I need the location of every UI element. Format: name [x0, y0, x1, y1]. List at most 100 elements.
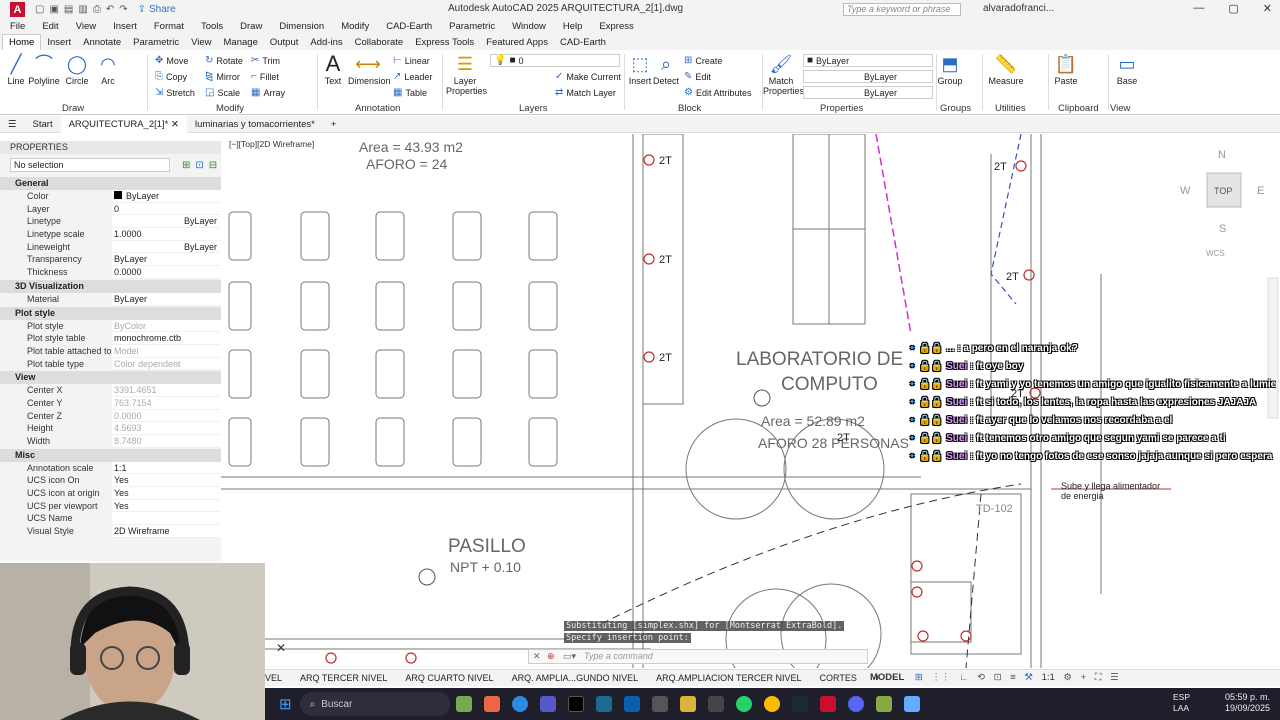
property-row[interactable]: Height 4.5693	[0, 422, 221, 435]
tab-annotate[interactable]: Annotate	[77, 35, 127, 50]
maximize-icon[interactable]: ▢	[1228, 2, 1238, 15]
menu-cad-earth[interactable]: CAD-Earth	[386, 21, 432, 32]
viewport-controls[interactable]: [−][Top][2D Wireframe]	[229, 139, 314, 149]
menu-parametric[interactable]: Parametric	[449, 21, 495, 32]
tab-parametric[interactable]: Parametric	[127, 35, 185, 50]
share-button[interactable]: ⇪ Share	[138, 4, 176, 15]
property-row[interactable]: Plot style ByColor	[0, 319, 221, 333]
taskbar-app-icon[interactable]	[707, 696, 724, 712]
linetype-dropdown[interactable]: ByLayer	[803, 70, 933, 83]
utilities-group-label[interactable]: Utilities	[995, 103, 1026, 114]
section-plot-style[interactable]: Plot style	[0, 306, 221, 320]
property-row[interactable]: UCS icon On Yes	[0, 474, 221, 488]
property-row[interactable]: Linetype scale 1.0000	[0, 228, 221, 241]
text-button[interactable]: A Text	[322, 53, 344, 87]
customize-icon[interactable]: ⊕	[547, 650, 555, 663]
menu-edit[interactable]: Edit	[42, 21, 58, 32]
menu-window[interactable]: Window	[512, 21, 546, 32]
dimension-button[interactable]: ⟷ Dimension	[348, 54, 391, 86]
rotate-button[interactable]: ↻ Rotate	[205, 55, 243, 66]
match-layer-button[interactable]: ⇄ Match Layer	[555, 87, 616, 98]
close-icon[interactable]: ✕	[1263, 2, 1272, 15]
insert-button[interactable]: ⬚ Insert	[628, 54, 652, 86]
property-row[interactable]: Material ByLayer	[0, 292, 221, 306]
property-row[interactable]: Lineweight ByLayer	[0, 240, 221, 254]
leader-button[interactable]: ↗ Leader	[393, 71, 432, 82]
base-view-button[interactable]: ▭ Base	[1113, 54, 1141, 86]
ortho-icon[interactable]: ∟	[959, 672, 968, 683]
wcs-menu[interactable]: WCS	[1206, 249, 1225, 258]
paste-button[interactable]: 📋 Paste	[1052, 54, 1080, 86]
layer-dropdown[interactable]: 💡 ■ 0	[490, 54, 620, 67]
view-group-label[interactable]: View	[1110, 103, 1130, 114]
property-row[interactable]: Thickness 0.0000	[0, 266, 221, 279]
pickadd-icon[interactable]: ⊟	[209, 160, 217, 171]
viewcube-top[interactable]: TOP	[1214, 186, 1232, 196]
layout-tab[interactable]: CORTES	[811, 673, 866, 683]
create-block-button[interactable]: ⊞ Create	[684, 55, 722, 66]
layers-group-label[interactable]: Layers	[519, 103, 548, 114]
property-row[interactable]: Layer 0	[0, 202, 221, 216]
taskbar-app-icon[interactable]	[875, 696, 892, 712]
color-dropdown[interactable]: ■ ByLayer	[803, 54, 933, 67]
edge-icon[interactable]	[511, 696, 528, 712]
selection-dropdown[interactable]: No selection	[10, 158, 170, 172]
property-row[interactable]: Center Z 0.0000	[0, 409, 221, 423]
snap-icon[interactable]: ⋮⋮	[931, 672, 950, 683]
property-row[interactable]: Linetype ByLayer	[0, 215, 221, 229]
taskbar-clock[interactable]: 05:59 p. m. 19/09/2025	[1225, 692, 1270, 714]
layer-properties-button[interactable]: ☰ Layer Properties	[446, 54, 487, 96]
steam-icon[interactable]	[791, 696, 808, 712]
line-button[interactable]: ╱ Line	[4, 54, 28, 86]
section-3d-visualization[interactable]: 3D Visualization	[0, 279, 221, 293]
close-tab-icon[interactable]: ✕	[171, 119, 179, 130]
menu-express[interactable]: Express	[599, 21, 633, 32]
polyline-button[interactable]: ⌒ Polyline	[28, 54, 60, 86]
stretch-button[interactable]: ⇲ Stretch	[155, 87, 195, 98]
tab-collaborate[interactable]: Collaborate	[349, 35, 410, 50]
close-panel-icon[interactable]: ✕	[276, 641, 286, 655]
menu-format[interactable]: Format	[154, 21, 184, 32]
property-row[interactable]: Visual Style 2D Wireframe	[0, 525, 221, 538]
tab-manage[interactable]: Manage	[218, 35, 264, 50]
language-indicator[interactable]: ESP LAA	[1173, 692, 1190, 714]
lineweight-dropdown[interactable]: ByLayer	[803, 86, 933, 99]
autocad-taskbar-icon[interactable]	[819, 696, 836, 712]
open-icon[interactable]: ▣	[49, 4, 58, 15]
taskbar-app-icon[interactable]	[651, 696, 668, 712]
menu-view[interactable]: View	[76, 21, 96, 32]
taskbar-app-icon[interactable]	[595, 696, 612, 712]
polar-icon[interactable]: ⟲	[977, 672, 985, 683]
tab-luminarias[interactable]: luminarias y tomacorrientes*	[187, 116, 323, 133]
tab-add-ins[interactable]: Add-ins	[304, 35, 348, 50]
property-row[interactable]: Center Y 763.7154	[0, 396, 221, 410]
property-row[interactable]: Plot style table monochrome.ctb	[0, 332, 221, 345]
tab-output[interactable]: Output	[264, 35, 305, 50]
firefox-icon[interactable]	[483, 696, 500, 712]
chrome-icon[interactable]	[763, 696, 780, 712]
property-row[interactable]: Annotation scale 1:1	[0, 461, 221, 475]
annotation-icon[interactable]: ⚒	[1024, 672, 1033, 683]
menu-file[interactable]: File	[10, 21, 25, 32]
viewcube-north[interactable]: N	[1218, 149, 1226, 161]
section-general[interactable]: General	[0, 177, 221, 190]
detect-button[interactable]: ⌕ Detect	[652, 54, 680, 86]
linear-button[interactable]: ⊢ Linear	[393, 55, 430, 66]
draw-group-label[interactable]: Draw	[62, 103, 84, 114]
help-search-input[interactable]: Type a keyword or phrase	[843, 3, 961, 16]
new-icon[interactable]: ▢	[35, 4, 44, 15]
undo-icon[interactable]: ↶	[106, 4, 114, 15]
tab-express-tools[interactable]: Express Tools	[409, 35, 480, 50]
outlook-icon[interactable]	[623, 696, 640, 712]
property-row[interactable]: Center X 3391.4651	[0, 384, 221, 397]
menu-insert[interactable]: Insert	[113, 21, 137, 32]
discord-icon[interactable]	[847, 696, 864, 712]
property-row[interactable]: UCS Name	[0, 512, 221, 526]
clipboard-group-label[interactable]: Clipboard	[1058, 103, 1099, 114]
layout-tab[interactable]: ARQ. AMPLIA...GUNDO NIVEL	[503, 673, 648, 683]
tab-view[interactable]: View	[185, 35, 217, 50]
grid-icon[interactable]: ⊞	[915, 672, 923, 683]
taskbar-app-icon[interactable]	[455, 696, 472, 712]
layout-tab[interactable]: ARQ.AMPLIACION TERCER NIVEL	[647, 673, 810, 683]
layout-tab[interactable]: VEL	[265, 673, 291, 683]
